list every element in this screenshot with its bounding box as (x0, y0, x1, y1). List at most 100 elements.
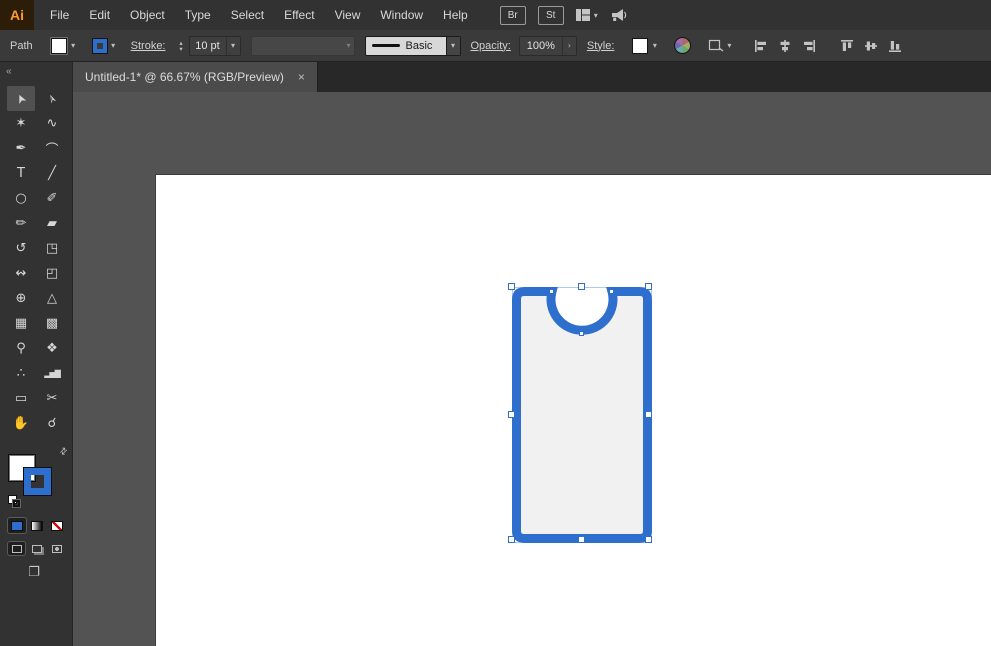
ellipse-tool[interactable]: ○ (7, 186, 35, 211)
direct-selection-tool[interactable]: ➢ (38, 86, 66, 111)
draw-inside-button[interactable] (48, 542, 65, 555)
stroke-weight-dropdown[interactable]: 10 pt ▾ (189, 36, 241, 56)
app-logo[interactable]: Ai (0, 0, 34, 30)
opacity-dropdown[interactable]: 100% › (519, 36, 577, 56)
menu-edit[interactable]: Edit (79, 0, 120, 30)
free-transform-tool[interactable]: ◰ (38, 261, 66, 286)
handle-bottom-center[interactable] (578, 536, 585, 543)
artboard-tool-icon: ▭ (15, 391, 27, 406)
opacity-panel-link[interactable]: Opacity: (471, 40, 511, 52)
default-fill-stroke-icon[interactable] (8, 495, 22, 508)
graphic-style-dropdown[interactable]: ▾ (628, 36, 662, 56)
collapse-panel-button[interactable]: « (0, 62, 72, 82)
align-horizontal-right-button[interactable] (798, 35, 820, 57)
scale-tool[interactable]: ◳ (38, 236, 66, 261)
column-graph-tool[interactable]: ▂▅▇ (38, 361, 66, 386)
chevron-right-icon: › (568, 41, 571, 50)
mini-stroke-swatch (13, 500, 20, 507)
zoom-tool[interactable]: ☌ (38, 411, 66, 436)
share-button[interactable] (610, 8, 627, 22)
menu-object[interactable]: Object (120, 0, 175, 30)
handle-middle-left[interactable] (508, 411, 515, 418)
handle-middle-right[interactable] (645, 411, 652, 418)
slice-tool[interactable]: ✂ (38, 386, 66, 411)
selected-shape[interactable] (512, 287, 652, 543)
fill-color-dropdown[interactable]: ▾ (47, 36, 81, 56)
draw-behind-button[interactable] (28, 542, 45, 555)
solid-color-icon (11, 521, 23, 531)
stroke-panel-link[interactable]: Stroke: (131, 40, 166, 52)
pencil-tool[interactable]: ✏ (7, 211, 35, 236)
menu-effect[interactable]: Effect (274, 0, 324, 30)
tab-close-icon[interactable]: × (298, 70, 305, 84)
workspace-switcher[interactable]: ▾ (576, 9, 598, 21)
magic-wand-tool[interactable]: ✶ (7, 111, 35, 136)
handle-bottom-right[interactable] (645, 536, 652, 543)
bridge-button[interactable]: Br (500, 6, 526, 25)
stroke-color-well[interactable] (24, 468, 51, 495)
mesh-tool[interactable]: ▦ (7, 311, 35, 336)
color-button[interactable] (8, 518, 26, 533)
artboard-tool[interactable]: ▭ (7, 386, 35, 411)
symbol-sprayer-tool[interactable]: ∴ (7, 361, 35, 386)
align-vertical-bottom-button[interactable] (884, 35, 906, 57)
menu-type[interactable]: Type (175, 0, 221, 30)
width-tool[interactable]: ↭ (7, 261, 35, 286)
handle-top-right[interactable] (645, 283, 652, 290)
select-similar-dropdown[interactable]: ▾ (705, 36, 734, 56)
style-panel-link[interactable]: Style: (587, 40, 615, 52)
chevron-down-icon: ▾ (653, 41, 657, 50)
type-tool[interactable]: T (7, 161, 35, 186)
rotate-tool[interactable]: ↺ (7, 236, 35, 261)
line-segment-tool[interactable]: ╱ (38, 161, 66, 186)
menu-view[interactable]: View (325, 0, 371, 30)
stepper-down-icon[interactable]: ▾ (179, 46, 182, 52)
hand-icon: ✋ (13, 416, 29, 431)
none-button[interactable] (48, 518, 66, 533)
stroke-weight-stepper[interactable]: ▴ ▾ (176, 40, 187, 52)
recolor-artwork-button[interactable] (674, 37, 691, 54)
align-vertical-top-button[interactable] (836, 35, 858, 57)
rotate-icon: ↺ (16, 241, 27, 256)
selection-tool[interactable]: ➤ (7, 86, 35, 111)
stock-button[interactable]: St (538, 6, 564, 25)
screen-mode-button[interactable]: ❐ (24, 565, 44, 580)
menu-help[interactable]: Help (433, 0, 478, 30)
swap-fill-stroke-icon[interactable]: ⇄ (58, 445, 71, 458)
blend-tool[interactable]: ❖ (38, 336, 66, 361)
color-wheel-icon (674, 37, 691, 54)
menu-file[interactable]: File (40, 0, 79, 30)
eyedropper-tool[interactable]: ⚲ (7, 336, 35, 361)
stroke-color-dropdown[interactable]: ▾ (89, 36, 121, 56)
document-tab[interactable]: Untitled-1* @ 66.67% (RGB/Preview) × (73, 62, 318, 92)
align-horizontal-left-button[interactable] (750, 35, 772, 57)
hand-tool[interactable]: ✋ (7, 411, 35, 436)
eraser-tool[interactable]: ▰ (38, 211, 66, 236)
shape-builder-tool[interactable]: ⊕ (7, 286, 35, 311)
handle-bottom-left[interactable] (508, 536, 515, 543)
handle-top-left[interactable] (508, 283, 515, 290)
paintbrush-tool[interactable]: ✐ (38, 186, 66, 211)
canvas-area[interactable] (73, 92, 991, 646)
type-tool-icon: T (17, 166, 25, 181)
anchor-notch-bottom[interactable] (579, 331, 584, 336)
anchor-notch-right[interactable] (609, 289, 614, 294)
align-vertical-center-button[interactable] (860, 35, 882, 57)
align-buttons (750, 35, 906, 57)
draw-normal-button[interactable] (8, 542, 25, 555)
gradient-button[interactable] (28, 518, 46, 533)
style-swatch (632, 38, 648, 54)
pen-tool[interactable]: ✒ (7, 136, 35, 161)
perspective-grid-tool[interactable]: △ (38, 286, 66, 311)
curvature-tool[interactable]: ⌒ (38, 136, 66, 161)
menu-select[interactable]: Select (221, 0, 274, 30)
menu-window[interactable]: Window (370, 0, 433, 30)
align-horizontal-center-button[interactable] (774, 35, 796, 57)
curvature-icon: ⌒ (45, 139, 58, 158)
brush-definition-dropdown[interactable]: Basic ▾ (365, 36, 461, 56)
anchor-notch-left[interactable] (549, 289, 554, 294)
gradient-tool[interactable]: ▩ (38, 311, 66, 336)
direct-selection-tool-icon: ➢ (44, 91, 61, 106)
handle-top-center[interactable] (578, 283, 585, 290)
lasso-tool[interactable]: ∿ (38, 111, 66, 136)
